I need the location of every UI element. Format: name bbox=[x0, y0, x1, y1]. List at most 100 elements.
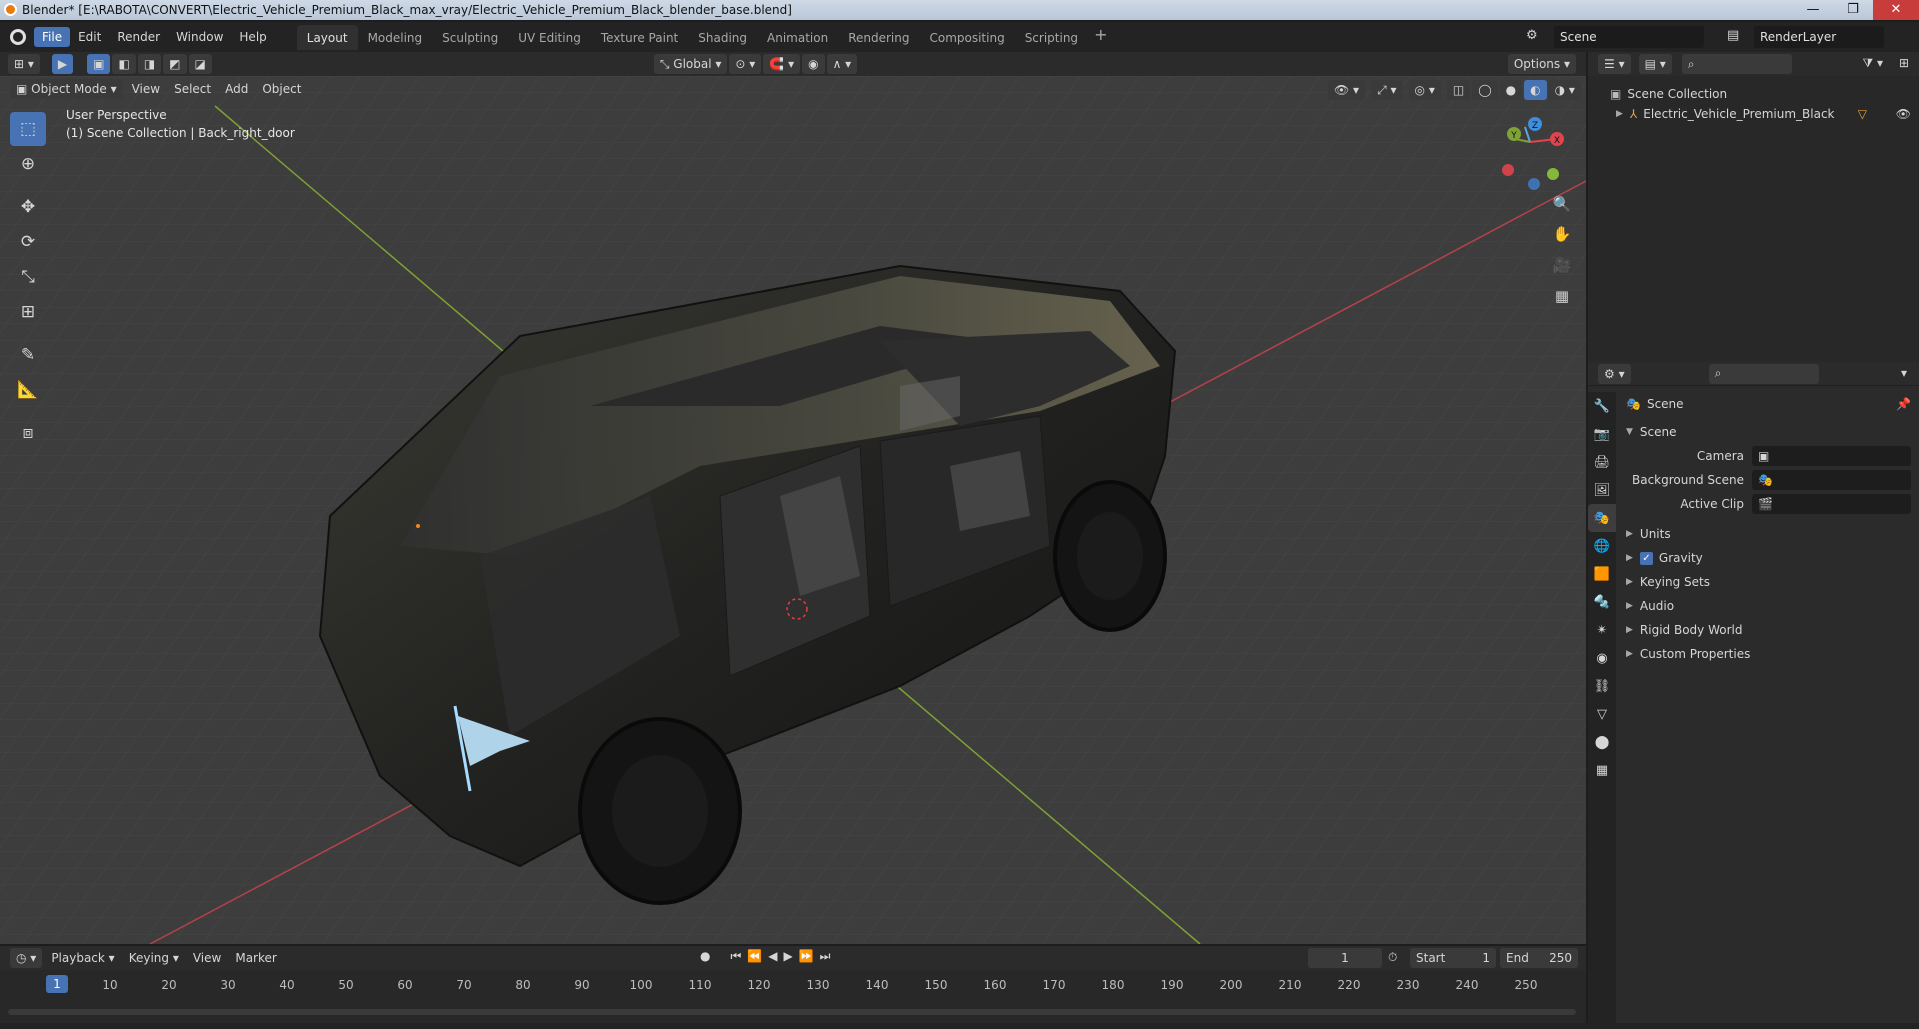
prev-keyframe-icon[interactable]: ⏪ bbox=[747, 949, 762, 964]
tab-layout[interactable]: Layout bbox=[296, 24, 358, 50]
playhead-frame[interactable]: 1 bbox=[46, 975, 68, 993]
perspective-toggle-icon[interactable]: ▦ bbox=[1550, 284, 1574, 308]
custom-properties-panel[interactable]: ▶ Custom Properties bbox=[1620, 642, 1919, 666]
units-panel[interactable]: ▶ Units bbox=[1620, 522, 1919, 546]
expand-arrow-icon[interactable]: ▶ bbox=[1616, 109, 1623, 119]
background-scene-field[interactable]: 🎭 bbox=[1752, 470, 1911, 490]
overlay-toggle-icon[interactable]: ◎ ▾ bbox=[1408, 80, 1441, 100]
object-mode-dropdown[interactable]: ▣ Object Mode ▾ bbox=[10, 79, 123, 99]
menu-file[interactable]: File bbox=[34, 27, 71, 47]
timeline-editor-type-icon[interactable]: ◷ ▾ bbox=[10, 948, 43, 968]
close-button[interactable]: ✕ bbox=[1873, 0, 1919, 20]
timeline-ruler[interactable]: 1 10 20 30 40 50 60 70 80 90 100 110 120… bbox=[0, 972, 1586, 996]
pan-hand-icon[interactable]: ✋ bbox=[1550, 222, 1574, 246]
falloff-icon[interactable]: ∧ ▾ bbox=[826, 54, 858, 74]
display-mode-icon[interactable]: ▤ ▾ bbox=[1638, 54, 1672, 74]
world-tab-icon[interactable]: 🌐 bbox=[1588, 532, 1616, 560]
outliner-row-object[interactable]: ▶ ⅄ Electric_Vehicle_Premium_Black ▽ 👁 bbox=[1588, 104, 1919, 124]
minimize-button[interactable]: — bbox=[1793, 0, 1833, 20]
properties-editor-type-icon[interactable]: ⚙ ▾ bbox=[1598, 363, 1631, 384]
chevron-down-icon[interactable]: ▾ bbox=[1901, 366, 1907, 380]
data-tab-icon[interactable]: ▽ bbox=[1588, 700, 1616, 728]
tab-scripting[interactable]: Scripting bbox=[1015, 25, 1088, 50]
tab-rendering[interactable]: Rendering bbox=[838, 25, 919, 50]
cursor-icon[interactable]: ⊕ bbox=[10, 147, 46, 181]
rigid-body-world-panel[interactable]: ▶ Rigid Body World bbox=[1620, 618, 1919, 642]
select-intersect-icon[interactable]: ◪ bbox=[188, 54, 212, 74]
tab-texture-paint[interactable]: Texture Paint bbox=[591, 25, 688, 50]
tab-sculpting[interactable]: Sculpting bbox=[432, 25, 508, 50]
view-layer-icon[interactable]: ▤ bbox=[1727, 28, 1739, 43]
auto-keying-icon[interactable]: ● bbox=[700, 949, 710, 964]
play-reverse-icon[interactable]: ◀ bbox=[768, 949, 777, 964]
add-workspace-button[interactable]: + bbox=[1088, 25, 1113, 50]
gravity-checkbox[interactable]: ✓ bbox=[1639, 551, 1653, 565]
active-clip-field[interactable]: 🎬 bbox=[1752, 494, 1911, 514]
camera-view-icon[interactable]: 🎥 bbox=[1550, 253, 1574, 277]
modifier-tab-icon[interactable]: 🔩 bbox=[1588, 588, 1616, 616]
scene-section-header[interactable]: ▼ Scene bbox=[1620, 420, 1919, 444]
menu-window[interactable]: Window bbox=[168, 27, 231, 47]
tab-uv-editing[interactable]: UV Editing bbox=[508, 25, 591, 50]
viewport-menu-object[interactable]: Object bbox=[255, 82, 308, 96]
zoom-icon[interactable]: 🔍 bbox=[1550, 192, 1574, 216]
menu-edit[interactable]: Edit bbox=[70, 27, 109, 47]
timeline-menu-keying[interactable]: Keying ▾ bbox=[122, 951, 186, 965]
transform-orientation-dropdown[interactable]: ⤡ Global ▾ bbox=[653, 54, 728, 74]
eye-visibility-icon[interactable]: 👁 bbox=[1896, 107, 1911, 121]
tab-shading[interactable]: Shading bbox=[688, 25, 757, 50]
wireframe-shading-icon[interactable]: ◯ bbox=[1472, 80, 1498, 100]
timeline-menu-view[interactable]: View bbox=[186, 951, 228, 965]
material-shading-icon[interactable]: ◐ bbox=[1524, 80, 1547, 100]
rendered-shading-icon[interactable]: ◑ ▾ bbox=[1548, 80, 1581, 100]
select-box-icon[interactable]: ⬚ bbox=[10, 112, 46, 146]
timeline-scrollbar[interactable] bbox=[8, 1009, 1576, 1015]
particles-tab-icon[interactable]: ✴ bbox=[1588, 616, 1616, 644]
camera-field[interactable]: ▣ bbox=[1752, 446, 1911, 466]
current-frame-field[interactable]: 1 bbox=[1308, 948, 1382, 968]
blender-menu-icon[interactable] bbox=[10, 29, 26, 45]
next-keyframe-icon[interactable]: ⏩ bbox=[799, 949, 814, 964]
keying-sets-panel[interactable]: ▶ Keying Sets bbox=[1620, 570, 1919, 594]
maximize-button[interactable]: ❐ bbox=[1833, 0, 1873, 20]
outliner-search-input[interactable]: ⌕ bbox=[1681, 54, 1792, 74]
play-icon[interactable]: ▶ bbox=[783, 949, 792, 964]
add-cube-icon[interactable]: ⧈ bbox=[10, 416, 46, 450]
end-frame-field[interactable]: End 250 bbox=[1500, 948, 1578, 968]
tab-modeling[interactable]: Modeling bbox=[358, 25, 433, 50]
start-frame-field[interactable]: Start 1 bbox=[1410, 948, 1496, 968]
tool-tab-icon[interactable]: 🔧 bbox=[1588, 392, 1616, 420]
pin-icon[interactable]: 📌 bbox=[1896, 397, 1911, 411]
physics-tab-icon[interactable]: ◉ bbox=[1588, 644, 1616, 672]
object-tab-icon[interactable]: 🟧 bbox=[1588, 560, 1616, 588]
output-tab-icon[interactable]: 🖨 bbox=[1588, 448, 1616, 476]
select-mode-icon[interactable]: ▶ bbox=[51, 54, 74, 74]
pivot-point-icon[interactable]: ⊙ ▾ bbox=[729, 54, 762, 74]
properties-search-input[interactable]: ⌕ bbox=[1708, 363, 1819, 384]
select-new-icon[interactable]: ▣ bbox=[87, 54, 111, 74]
jump-start-icon[interactable]: ⏮ bbox=[730, 949, 741, 964]
options-dropdown[interactable]: Options ▾ bbox=[1507, 54, 1576, 74]
gizmo-toggle-icon[interactable]: ⤢ ▾ bbox=[1371, 80, 1403, 100]
3d-viewport[interactable]: X Z Y User Perspective (1) Scene Collect… bbox=[0, 76, 1586, 944]
outliner-row-scene-collection[interactable]: ▣ Scene Collection bbox=[1588, 84, 1919, 104]
scene-tab-icon[interactable]: 🎭 bbox=[1588, 504, 1616, 532]
snap-icon[interactable]: 🧲 ▾ bbox=[763, 54, 801, 74]
move-icon[interactable]: ✥ bbox=[10, 190, 46, 224]
viewport-menu-view[interactable]: View bbox=[125, 82, 167, 96]
tab-animation[interactable]: Animation bbox=[757, 25, 838, 50]
preview-range-icon[interactable]: ⏱ bbox=[1388, 950, 1397, 965]
view-layer-tab-icon[interactable]: 🖼 bbox=[1588, 476, 1616, 504]
outliner-editor-type-icon[interactable]: ☰ ▾ bbox=[1598, 54, 1631, 74]
annotate-icon[interactable]: ✎ bbox=[10, 338, 46, 372]
scale-icon[interactable]: ⤡ bbox=[10, 260, 46, 294]
gravity-panel[interactable]: ▶ ✓ Gravity bbox=[1620, 546, 1919, 570]
transform-icon[interactable]: ⊞ bbox=[10, 295, 46, 329]
jump-end-icon[interactable]: ⏭ bbox=[820, 949, 831, 964]
select-invert-icon[interactable]: ◩ bbox=[163, 54, 187, 74]
measure-icon[interactable]: 📐 bbox=[10, 373, 46, 407]
select-subtract-icon[interactable]: ◨ bbox=[137, 54, 162, 74]
menu-render[interactable]: Render bbox=[109, 27, 168, 47]
visibility-icon[interactable]: 👁 ▾ bbox=[1328, 80, 1366, 100]
xray-icon[interactable]: ◫ bbox=[1446, 80, 1471, 100]
